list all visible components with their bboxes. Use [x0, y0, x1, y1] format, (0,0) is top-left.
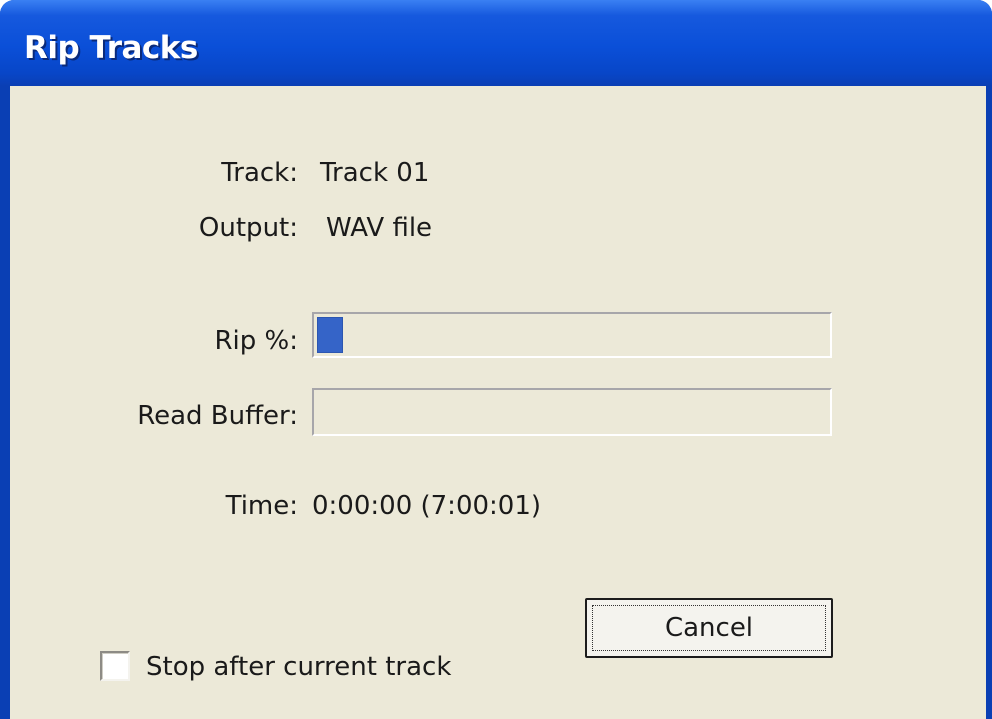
stop-after-label[interactable]: Stop after current track: [146, 652, 451, 682]
title-bar[interactable]: Rip Tracks: [0, 0, 992, 86]
rip-progress-bar: [312, 312, 832, 358]
output-label: Output:: [198, 213, 298, 243]
time-value: 0:00:00 (7:00:01): [312, 491, 542, 521]
dialog-title: Rip Tracks: [24, 30, 198, 66]
dialog-body: Track: Track 01 Output: WAV file Rip %: …: [10, 86, 986, 719]
read-buffer-label: Read Buffer:: [137, 401, 298, 431]
output-value: WAV file: [326, 213, 433, 243]
rip-tracks-dialog: Rip Tracks Track: Track 01 Output: WAV f…: [0, 0, 992, 719]
track-label: Track:: [221, 158, 298, 188]
rip-percent-label: Rip %:: [214, 326, 298, 356]
time-label: Time:: [225, 491, 298, 521]
track-value: Track 01: [320, 158, 430, 188]
stop-after-checkbox[interactable]: [100, 651, 130, 681]
cancel-button-label: Cancel: [592, 605, 826, 651]
cancel-button[interactable]: Cancel: [585, 598, 833, 658]
rip-progress-fill: [317, 317, 343, 353]
read-buffer-bar: [312, 388, 832, 436]
